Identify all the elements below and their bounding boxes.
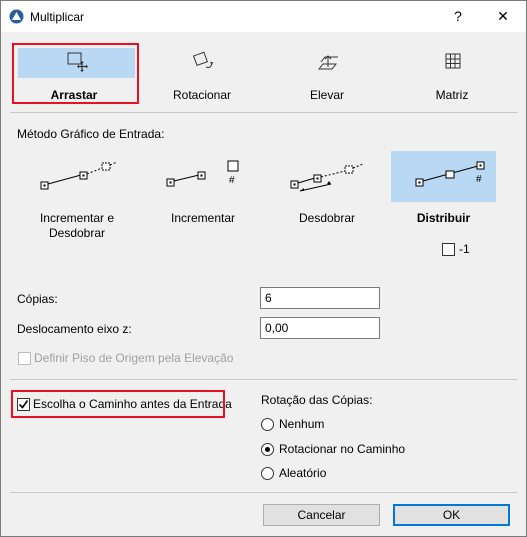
- multiply-dialog: Multiplicar ? ✕ Arrastar Rotacionar Elev…: [0, 0, 527, 537]
- svg-text:#: #: [229, 175, 235, 186]
- distribute-minus-one-checkbox[interactable]: [442, 243, 455, 256]
- rotate-icon: [192, 51, 213, 68]
- method-unfold[interactable]: [275, 151, 379, 211]
- rotation-random-radio[interactable]: [261, 467, 274, 480]
- mode-elevate-button[interactable]: Elevar: [265, 44, 389, 102]
- floor-origin-label: Definir Piso de Origem pela Elevação: [34, 351, 234, 365]
- title-bar: Multiplicar ? ✕: [1, 1, 526, 32]
- floor-origin-checkbox[interactable]: [18, 352, 31, 365]
- help-button[interactable]: ?: [440, 1, 476, 32]
- separator: [10, 492, 517, 493]
- copies-input[interactable]: 6: [260, 287, 380, 309]
- svg-text:#: #: [476, 174, 482, 185]
- method-increment-unfold-label: Incrementar e Desdobrar: [39, 211, 115, 240]
- elevate-icon: [317, 55, 338, 70]
- method-unfold-label: Desdobrar: [298, 211, 356, 225]
- separator: [10, 112, 517, 113]
- increment-icon: #: [166, 160, 239, 187]
- mode-elevate-label: Elevar: [309, 88, 344, 102]
- cancel-button[interactable]: Cancelar: [263, 504, 380, 526]
- method-increment-unfold[interactable]: [25, 151, 129, 211]
- method-distribute-label: Distribuir: [416, 211, 471, 225]
- window-title: Multiplicar: [30, 10, 85, 24]
- rotation-none-radio[interactable]: [261, 418, 274, 431]
- mode-rotate-button[interactable]: Rotacionar: [140, 44, 264, 102]
- rotation-heading: Rotação das Cópias:: [261, 393, 373, 407]
- highlight-frame-drag: [12, 43, 139, 104]
- mode-matrix-button[interactable]: Matriz: [390, 44, 514, 102]
- rotation-on-path-label: Rotacionar no Caminho: [279, 442, 406, 456]
- app-icon: [9, 9, 24, 24]
- increment-unfold-icon: [40, 161, 118, 190]
- close-button[interactable]: ✕: [485, 1, 521, 32]
- input-method-heading: Método Gráfico de Entrada:: [17, 127, 165, 141]
- separator: [10, 379, 517, 380]
- unfold-icon: [290, 163, 364, 192]
- method-increment-label: Incrementar: [170, 211, 236, 225]
- rotation-on-path-radio[interactable]: [261, 443, 274, 456]
- method-increment[interactable]: #: [151, 151, 255, 211]
- z-offset-input[interactable]: 0,00: [260, 317, 380, 339]
- distribute-icon: #: [415, 161, 485, 187]
- distribute-minus-one-label: -1: [459, 242, 470, 256]
- ok-button[interactable]: OK: [393, 504, 510, 526]
- highlight-frame-path: [11, 390, 225, 418]
- matrix-icon: [445, 53, 461, 69]
- mode-rotate-label: Rotacionar: [172, 88, 232, 102]
- rotation-none-label: Nenhum: [279, 417, 325, 431]
- copies-label: Cópias:: [17, 292, 58, 306]
- rotation-random-label: Aleatório: [279, 466, 327, 480]
- mode-matrix-label: Matriz: [435, 88, 469, 102]
- method-distribute[interactable]: #: [391, 151, 496, 202]
- z-offset-label: Deslocamento eixo z:: [17, 322, 132, 336]
